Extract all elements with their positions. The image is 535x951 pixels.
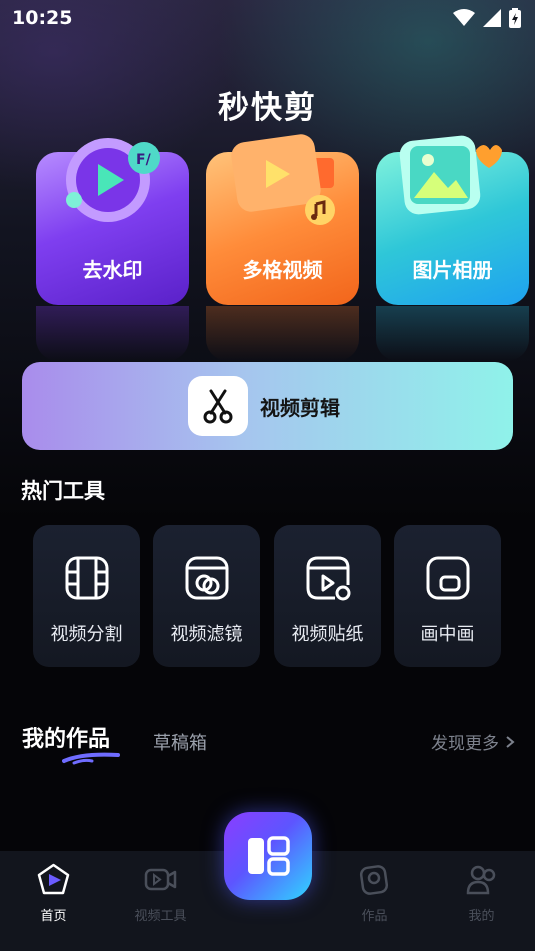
tab-drafts[interactable]: 草稿箱 — [153, 729, 207, 755]
nav-item-mine[interactable]: 我的 — [428, 851, 535, 951]
feature-label: 图片相册 — [412, 258, 493, 282]
nav-item-works[interactable]: 作品 — [321, 851, 428, 951]
chevron-right-icon — [506, 735, 515, 748]
feature-label: 多格视频 — [242, 258, 323, 282]
card-reflection — [36, 306, 189, 361]
feature-card-multi-grid-video[interactable]: 多格视频 — [206, 134, 359, 305]
card-reflection — [376, 306, 529, 361]
feature-card-photo-album[interactable]: 图片相册 — [376, 135, 529, 305]
scissors-icon — [188, 376, 248, 436]
feature-card-remove-watermark[interactable]: F/ 去水印 — [36, 138, 189, 305]
tool-picture-in-picture[interactable]: 画中画 — [394, 525, 501, 667]
tool-video-sticker[interactable]: 视频贴纸 — [274, 525, 381, 667]
nav-label: 作品 — [361, 909, 388, 924]
works-tabs: 我的作品 草稿箱 发现更多 — [0, 715, 535, 765]
play-bubble-icon: F/ — [66, 138, 160, 222]
svg-text:F/: F/ — [136, 152, 152, 168]
status-bar: 10:25 — [0, 0, 535, 36]
tool-label: 视频滤镜 — [170, 624, 243, 645]
signal-icon — [483, 9, 501, 27]
user-icon — [466, 865, 496, 895]
tab-underline-icon — [62, 752, 120, 765]
status-time: 10:25 — [12, 7, 73, 29]
filter-icon — [185, 556, 229, 600]
nav-item-home[interactable]: 首页 — [0, 851, 107, 951]
tool-video-split[interactable]: 视频分割 — [33, 525, 140, 667]
photo-album-icon — [399, 135, 502, 215]
tool-video-filter[interactable]: 视频滤镜 — [153, 525, 260, 667]
nav-label: 首页 — [40, 909, 67, 924]
layout-panels-icon — [248, 836, 290, 876]
hot-tools-title: 热门工具 — [21, 479, 105, 503]
picture-in-picture-icon — [426, 556, 470, 600]
discover-more-label: 发现更多 — [431, 734, 499, 754]
battery-icon — [509, 8, 521, 28]
home-icon — [37, 863, 70, 895]
works-icon — [359, 865, 389, 895]
nav-item-video-tools[interactable]: 视频工具 — [107, 851, 214, 951]
film-split-icon — [65, 556, 109, 600]
video-camera-icon — [144, 868, 177, 891]
status-icons — [453, 8, 521, 28]
tool-label: 视频贴纸 — [291, 624, 364, 645]
tool-label: 画中画 — [420, 624, 475, 645]
wifi-icon — [453, 9, 475, 26]
tab-my-works[interactable]: 我的作品 — [22, 721, 110, 753]
tool-label: 视频分割 — [50, 624, 123, 645]
video-edit-button[interactable]: 视频剪辑 — [22, 362, 513, 450]
nav-label: 我的 — [468, 909, 495, 924]
feature-label: 去水印 — [82, 258, 143, 282]
video-music-icon — [231, 134, 335, 225]
discover-more-link[interactable]: 发现更多 — [431, 729, 515, 754]
sticker-icon — [306, 556, 351, 601]
app-title: 秒快剪 — [218, 90, 317, 126]
center-create-button[interactable] — [224, 812, 312, 900]
card-reflection — [206, 306, 359, 361]
nav-label: 视频工具 — [134, 909, 187, 924]
video-edit-label: 视频剪辑 — [260, 396, 340, 420]
